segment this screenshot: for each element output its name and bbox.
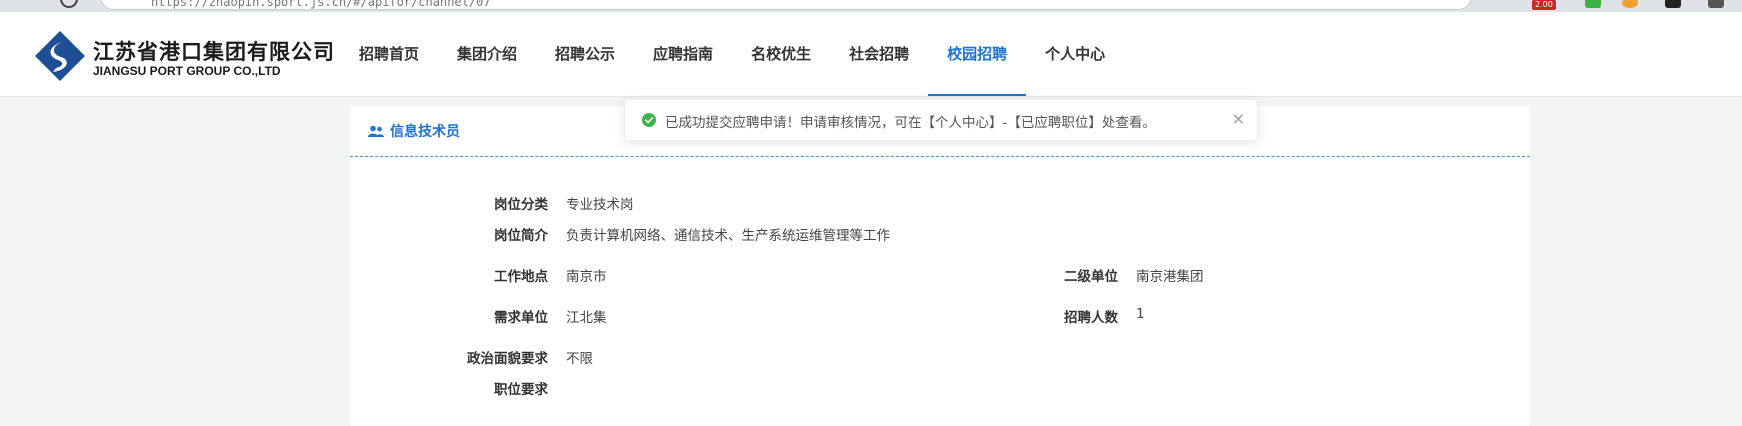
extension-icon[interactable]: [1665, 0, 1681, 8]
political-value: 不限: [566, 351, 593, 367]
company-name-en: JIANGSU PORT GROUP CO.,LTD: [93, 64, 281, 78]
address-bar[interactable]: https://zhaopin.sport.js.cn/#/apifor/cha…: [100, 0, 1472, 10]
job-title: 信息技术员: [368, 121, 460, 141]
location-label: 工作地点: [494, 269, 548, 285]
users-icon: [368, 125, 384, 137]
extension-icon[interactable]: [1622, 0, 1638, 8]
political-label: 政治面貌要求: [467, 351, 548, 367]
check-circle-icon: [642, 113, 656, 127]
location-value: 南京市: [566, 269, 607, 285]
browser-toolbar: https://zhaopin.sport.js.cn/#/apifor/cha…: [0, 0, 1742, 12]
category-label: 岗位分类: [494, 197, 548, 213]
secondary-unit-label: 二级单位: [1064, 269, 1118, 285]
close-icon[interactable]: ×: [1232, 109, 1245, 128]
nav-item-campus-recruitment[interactable]: 校园招聘: [928, 12, 1027, 96]
job-detail-card: 信息技术员 岗位分类 专业技术岗 岗位简介 负责计算机网络、通信技术、生产系统运…: [350, 106, 1530, 426]
headcount-value: 1: [1136, 306, 1145, 322]
nav-item-top-graduates[interactable]: 名校优生: [732, 12, 830, 96]
success-toast: 已成功提交应聘申请！申请审核情况，可在【个人中心】-【已应聘职位】处查看。 ×: [624, 99, 1258, 141]
address-bar-text: https://zhaopin.sport.js.cn/#/apifor/cha…: [151, 0, 491, 9]
toast-message: 已成功提交应聘申请！申请审核情况，可在【个人中心】-【已应聘职位】处查看。: [665, 115, 1156, 131]
requirements-label: 职位要求: [494, 382, 548, 398]
intro-label: 岗位简介: [494, 228, 548, 244]
company-name-cn: 江苏省港口集团有限公司: [93, 40, 335, 64]
headcount-label: 招聘人数: [1064, 310, 1118, 326]
extension-icon[interactable]: [1585, 0, 1601, 8]
nav-item-personal-center[interactable]: 个人中心: [1026, 12, 1124, 96]
reload-icon[interactable]: [60, 0, 78, 8]
menu-icon[interactable]: [1708, 0, 1724, 8]
category-value: 专业技术岗: [566, 197, 634, 213]
nav-item-home[interactable]: 招聘首页: [340, 12, 438, 96]
company-logo-icon[interactable]: [34, 30, 86, 82]
intro-value: 负责计算机网络、通信技术、生产系统运维管理等工作: [566, 228, 890, 244]
nav-item-announcements[interactable]: 招聘公示: [536, 12, 634, 96]
nav-item-group-intro[interactable]: 集团介绍: [438, 12, 536, 96]
extension-badge[interactable]: 2.00: [1532, 0, 1556, 10]
nav-item-guide[interactable]: 应聘指南: [634, 12, 732, 96]
nav-item-social-recruitment[interactable]: 社会招聘: [830, 12, 928, 96]
main-nav: 招聘首页 集团介绍 招聘公示 应聘指南 名校优生 社会招聘 校园招聘 个人中心: [340, 12, 1124, 96]
demand-unit-value: 江北集: [566, 310, 607, 326]
site-header: 江苏省港口集团有限公司 JIANGSU PORT GROUP CO.,LTD 招…: [0, 12, 1742, 97]
demand-unit-label: 需求单位: [494, 310, 548, 326]
secondary-unit-value: 南京港集团: [1136, 269, 1204, 285]
job-title-text: 信息技术员: [390, 124, 460, 140]
